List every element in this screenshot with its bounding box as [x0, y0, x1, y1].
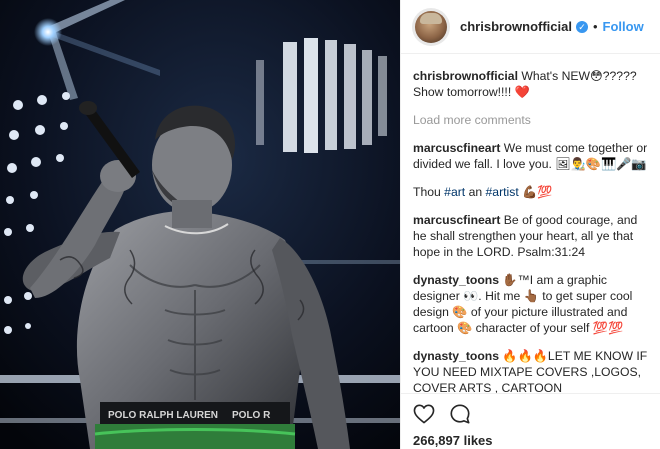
comment-text-prefix: Thou [413, 185, 445, 199]
svg-text:POLO RALPH LAUREN: POLO RALPH LAUREN [108, 410, 218, 421]
post-photo[interactable]: POLO RALPH LAUREN POLO R [0, 0, 400, 449]
verified-badge-icon: ✓ [575, 20, 588, 33]
caption: chrisbrownofficial What's NEW😳????? Show… [413, 68, 648, 100]
post-header: chrisbrownofficial ✓ • Follow [401, 0, 660, 54]
post-side-panel: chrisbrownofficial ✓ • Follow chrisbrown… [400, 0, 660, 449]
comment-username[interactable]: dynasty_toons [413, 273, 499, 287]
comment-item: marcuscfineart Be of good courage, and h… [413, 212, 648, 260]
comment-icon[interactable] [449, 403, 471, 425]
concert-photo: POLO RALPH LAUREN POLO R [0, 0, 400, 449]
comment-item: marcuscfineart We must come together or … [413, 140, 648, 172]
comment-item: Thou #art an #artist 💪🏾💯 [413, 184, 648, 200]
comment-username[interactable]: marcuscfineart [413, 141, 500, 155]
header-separator: • [592, 19, 598, 34]
heart-icon[interactable] [413, 404, 435, 424]
comment-username[interactable]: dynasty_toons [413, 349, 499, 363]
comment-username[interactable]: marcuscfineart [413, 213, 500, 227]
caption-username[interactable]: chrisbrownofficial [413, 69, 518, 83]
post-actions: 266,897 likes [401, 393, 660, 449]
comment-item: dynasty_toons ✋🏾™I am a graphic designer… [413, 272, 648, 336]
likes-count[interactable]: 266,897 likes [413, 433, 648, 448]
comment-text-suffix: 💪🏾💯 [518, 185, 553, 199]
header-username[interactable]: chrisbrownofficial [460, 19, 572, 34]
comments-list[interactable]: chrisbrownofficial What's NEW😳????? Show… [401, 55, 660, 393]
svg-text:POLO R: POLO R [232, 410, 271, 421]
comment-text-middle: an [465, 185, 486, 199]
hashtag-link[interactable]: #art [444, 185, 465, 199]
avatar[interactable] [412, 7, 450, 46]
hashtag-link[interactable]: #artist [486, 185, 519, 199]
load-more-comments-button[interactable]: Load more comments [413, 112, 648, 128]
avatar-image [415, 10, 447, 43]
comment-item: dynasty_toons 🔥🔥🔥LET ME KNOW IF YOU NEED… [413, 348, 648, 393]
follow-button[interactable]: Follow [603, 19, 644, 34]
